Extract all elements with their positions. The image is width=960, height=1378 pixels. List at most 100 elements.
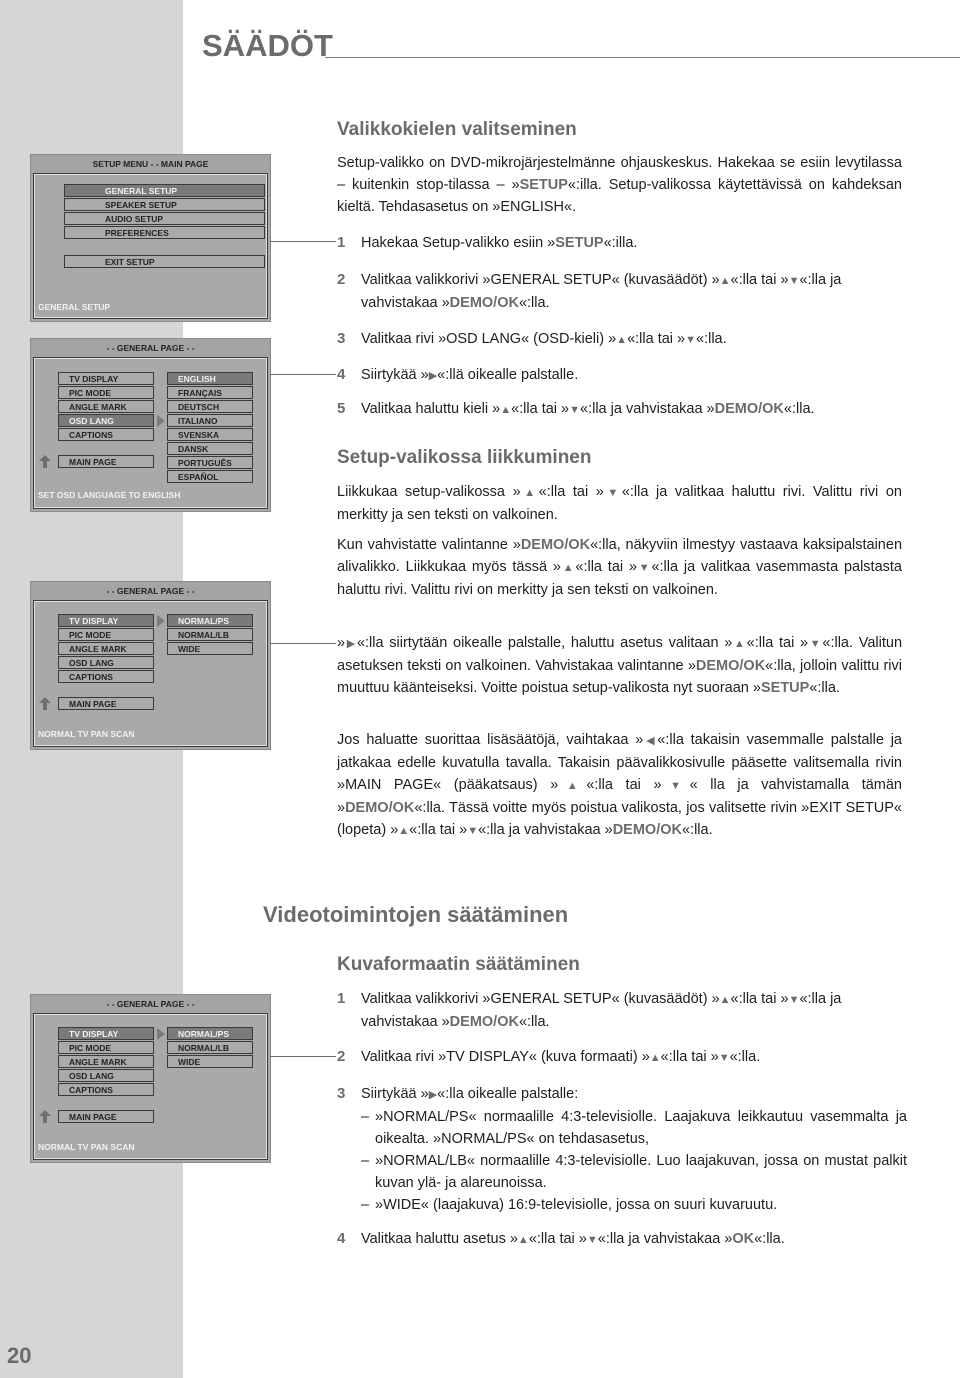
osd-item-angle-mark[interactable]: ANGLE MARK — [58, 642, 154, 655]
down-triangle-icon: ▼ — [788, 994, 800, 1006]
osd-general-page-tv-display: - - GENERAL PAGE - - TV DISPLAY PIC MODE… — [30, 994, 271, 1163]
osd-item-preferences[interactable]: PREFERENCES — [64, 226, 265, 239]
osd-option-wide[interactable]: WIDE — [167, 642, 253, 655]
right-arrow-icon — [157, 615, 165, 627]
button-keyword: DEMO/OK — [695, 658, 766, 674]
button-keyword: SETUP — [519, 177, 568, 193]
step-text: Siirtykää »▶«:lla oikealle palstalle: — [361, 1086, 579, 1102]
lang-step-4: 4 Siirtykää »▶«:llä oikealle palstalle. — [337, 364, 907, 387]
format-option-normal-ps: »NORMAL/PS« normaalille 4:3-televisiolle… — [361, 1106, 907, 1150]
right-triangle-icon: ▶ — [428, 1089, 438, 1101]
osd-item-speaker-setup[interactable]: SPEAKER SETUP — [64, 198, 265, 211]
osd-item-main-page[interactable]: MAIN PAGE — [58, 1110, 154, 1123]
step-text: Siirtykää »▶«:llä oikealle palstalle. — [361, 367, 579, 383]
osd-item-pic-mode[interactable]: PIC MODE — [58, 386, 154, 399]
connector-line — [270, 643, 336, 644]
osd-item-captions[interactable]: CAPTIONS — [58, 1083, 154, 1096]
lang-step-5: 5 Valitkaa haluttu kieli »▲«:lla tai »▼«… — [337, 398, 907, 421]
osd-item-angle-mark[interactable]: ANGLE MARK — [58, 400, 154, 413]
format-option-normal-lb: »NORMAL/LB« normaalille 4:3-televisiolle… — [361, 1150, 907, 1194]
osd-option-italiano[interactable]: ITALIANO — [167, 414, 253, 427]
osd-option-francais[interactable]: FRANÇAIS — [167, 386, 253, 399]
osd-item-audio-setup[interactable]: AUDIO SETUP — [64, 212, 265, 225]
button-keyword: SETUP — [555, 235, 604, 251]
nav-paragraph-4: Jos haluatte suorittaa lisäsäätöjä, vaih… — [337, 732, 902, 838]
osd-item-main-page[interactable]: MAIN PAGE — [58, 455, 154, 468]
format-options-list: »NORMAL/PS« normaalille 4:3-televisiolle… — [361, 1106, 907, 1216]
osd-option-normal-lb[interactable]: NORMAL/LB — [167, 628, 253, 641]
down-triangle-icon: ▼ — [637, 562, 652, 574]
osd-item-captions[interactable]: CAPTIONS — [58, 428, 154, 441]
section-heading-video: Videotoimintojen säätäminen — [263, 902, 569, 927]
connector-line — [270, 374, 336, 375]
button-keyword: DEMO/OK — [345, 800, 415, 816]
right-arrow-icon — [157, 1028, 165, 1040]
title-rule — [325, 57, 960, 58]
connector-line — [270, 241, 336, 242]
osd-item-osd-lang[interactable]: OSD LANG — [58, 414, 154, 427]
up-triangle-icon: ▲ — [719, 275, 731, 287]
video-step-4: 4 Valitkaa haluttu asetus »▲«:lla tai »▼… — [337, 1228, 907, 1251]
step-number: 4 — [337, 366, 346, 383]
right-triangle-icon: ▶ — [428, 370, 438, 382]
down-triangle-icon: ▼ — [661, 780, 690, 792]
osd-item-tv-display[interactable]: TV DISPLAY — [58, 1027, 154, 1040]
up-triangle-icon: ▲ — [558, 780, 587, 792]
osd-general-page-tv-display: - - GENERAL PAGE - - TV DISPLAY PIC MODE… — [30, 581, 271, 750]
page-number: 20 — [7, 1343, 32, 1368]
up-triangle-icon: ▲ — [616, 334, 628, 346]
step-number: 3 — [337, 1085, 346, 1102]
button-keyword: DEMO/OK — [520, 537, 591, 553]
osd-option-normal-lb[interactable]: NORMAL/LB — [167, 1041, 253, 1054]
osd-item-pic-mode[interactable]: PIC MODE — [58, 1041, 154, 1054]
osd-option-svenska[interactable]: SVENSKA — [167, 428, 253, 441]
up-triangle-icon: ▲ — [560, 562, 576, 574]
osd-item-angle-mark[interactable]: ANGLE MARK — [58, 1055, 154, 1068]
osd-item-exit-setup[interactable]: EXIT SETUP — [64, 255, 265, 268]
up-arrow-icon — [39, 1110, 51, 1123]
osd-status-text: SET OSD LANGUAGE TO ENGLISH — [38, 490, 181, 500]
section-heading-navigation: Setup-valikossa liikkuminen — [337, 447, 592, 468]
osd-option-normal-ps[interactable]: NORMAL/PS — [167, 614, 253, 627]
down-triangle-icon: ▼ — [718, 1052, 730, 1064]
osd-option-espanol[interactable]: ESPAÑOL — [167, 470, 253, 483]
button-keyword: DEMO/OK — [612, 822, 682, 838]
osd-item-tv-display[interactable]: TV DISPLAY — [58, 372, 154, 385]
step-text: Valitkaa rivi »OSD LANG« (OSD-kieli) »▲«… — [361, 331, 727, 347]
down-triangle-icon: ▼ — [603, 487, 622, 499]
osd-header: - - GENERAL PAGE - - — [31, 339, 270, 357]
step-number: 1 — [337, 234, 346, 251]
lang-step-1: 1 Hakekaa Setup-valikko esiin »SETUP«:il… — [337, 232, 907, 254]
osd-item-captions[interactable]: CAPTIONS — [58, 670, 154, 683]
osd-setup-main-page: SETUP MENU - - MAIN PAGE GENERAL SETUP S… — [30, 154, 271, 322]
down-triangle-icon: ▼ — [788, 275, 800, 287]
osd-item-general-setup[interactable]: GENERAL SETUP — [64, 184, 265, 197]
video-step-1: 1 Valitkaa valikkorivi »GENERAL SETUP« (… — [337, 988, 907, 1033]
osd-option-english[interactable]: ENGLISH — [167, 372, 253, 385]
osd-option-wide[interactable]: WIDE — [167, 1055, 253, 1068]
button-keyword: DEMO/OK — [449, 1014, 519, 1030]
step-text: Valitkaa rivi »TV DISPLAY« (kuva formaat… — [361, 1049, 761, 1065]
osd-item-osd-lang[interactable]: OSD LANG — [58, 1069, 154, 1082]
osd-item-pic-mode[interactable]: PIC MODE — [58, 628, 154, 641]
step-text: Valitkaa valikkorivi »GENERAL SETUP« (ku… — [361, 272, 842, 311]
lang-step-3: 3 Valitkaa rivi »OSD LANG« (OSD-kieli) »… — [337, 328, 907, 351]
osd-item-main-page[interactable]: MAIN PAGE — [58, 697, 154, 710]
connector-line — [270, 1056, 336, 1057]
osd-header: SETUP MENU - - MAIN PAGE — [31, 155, 270, 173]
button-keyword: SETUP — [760, 680, 810, 696]
format-option-wide: »WIDE« (laajakuva) 16:9-televisiolle, jo… — [361, 1194, 907, 1216]
osd-option-dansk[interactable]: DANSK — [167, 442, 253, 455]
step-number: 5 — [337, 400, 346, 417]
up-triangle-icon: ▲ — [719, 994, 731, 1006]
osd-option-normal-ps[interactable]: NORMAL/PS — [167, 1027, 253, 1040]
osd-option-portugues[interactable]: PORTUGUÊS — [167, 456, 253, 469]
up-arrow-icon — [39, 697, 51, 710]
button-keyword: DEMO/OK — [714, 401, 784, 417]
osd-option-deutsch[interactable]: DEUTSCH — [167, 400, 253, 413]
right-triangle-icon: ▶ — [345, 638, 357, 650]
osd-item-tv-display[interactable]: TV DISPLAY — [58, 614, 154, 627]
up-triangle-icon: ▲ — [520, 487, 539, 499]
nav-paragraph-2: Kun vahvistatte valintanne »DEMO/OK«:lla… — [337, 537, 903, 598]
osd-item-osd-lang[interactable]: OSD LANG — [58, 656, 154, 669]
